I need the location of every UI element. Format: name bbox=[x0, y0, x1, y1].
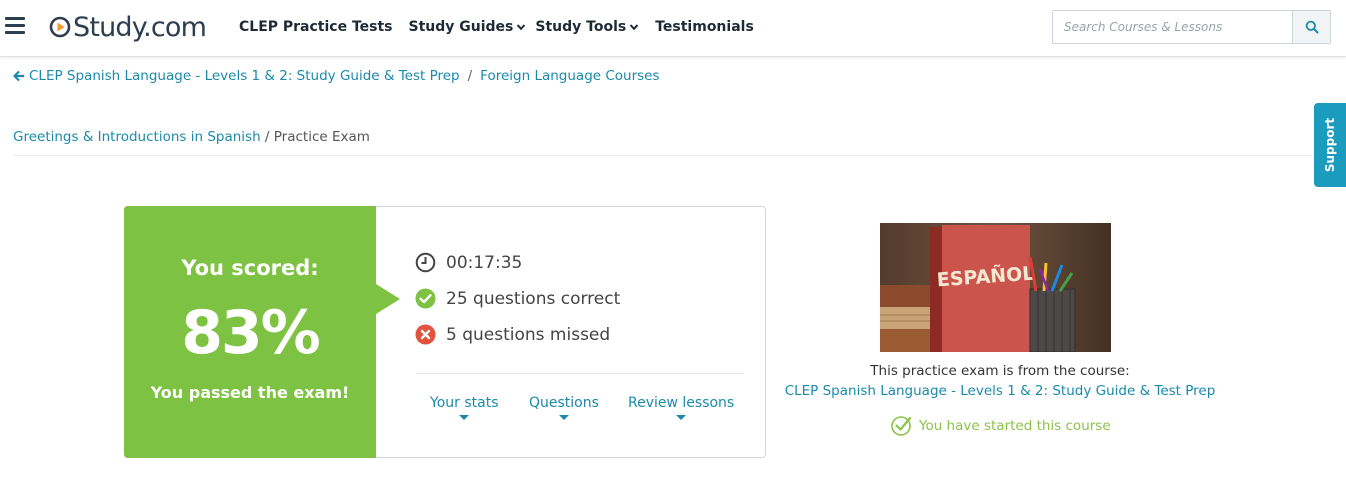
card-divider bbox=[416, 373, 744, 374]
breadcrumb-category-link[interactable]: Foreign Language Courses bbox=[480, 68, 659, 84]
tab-label: Questions bbox=[529, 395, 599, 411]
nav-label: Study Tools bbox=[535, 19, 627, 35]
caret-down-icon bbox=[558, 415, 569, 420]
play-logo-icon bbox=[49, 16, 71, 38]
sub-breadcrumb: Greetings & Introductions in Spanish / P… bbox=[13, 129, 370, 145]
nav-study-guides[interactable]: Study Guides bbox=[409, 19, 527, 35]
x-circle-icon bbox=[415, 324, 436, 345]
top-header: Study.com CLEP Practice Tests Study Guid… bbox=[0, 0, 1346, 57]
breadcrumb-separator: / bbox=[467, 68, 473, 84]
nav-testimonials[interactable]: Testimonials bbox=[655, 19, 754, 35]
score-label: You scored: bbox=[181, 256, 319, 280]
correct-stat: 25 questions correct bbox=[415, 288, 620, 309]
site-logo[interactable]: Study.com bbox=[49, 11, 207, 43]
result-card: You scored: 83% You passed the exam! 00:… bbox=[124, 206, 766, 458]
current-page-label: / Practice Exam bbox=[260, 129, 370, 145]
time-value: 00:17:35 bbox=[446, 252, 523, 273]
tab-label: Review lessons bbox=[628, 395, 735, 411]
support-label: Support bbox=[1323, 117, 1338, 173]
missed-stat: 5 questions missed bbox=[415, 324, 610, 345]
tab-label: Your stats bbox=[430, 395, 499, 411]
nav-clep-practice-tests[interactable]: CLEP Practice Tests bbox=[239, 19, 393, 35]
divider bbox=[13, 155, 1313, 156]
course-note: This practice exam is from the course: bbox=[870, 363, 1130, 379]
check-circle-icon bbox=[415, 288, 436, 309]
search-box bbox=[1052, 10, 1331, 44]
logo-text: Study.com bbox=[73, 11, 207, 43]
tab-your-stats[interactable]: Your stats bbox=[430, 395, 498, 420]
nav-label: Testimonials bbox=[655, 19, 754, 35]
breadcrumb-course-link[interactable]: CLEP Spanish Language - Levels 1 & 2: St… bbox=[29, 68, 460, 84]
pass-message: You passed the exam! bbox=[150, 383, 350, 402]
course-image[interactable]: ESPAÑOL bbox=[880, 223, 1111, 352]
menu-icon[interactable] bbox=[5, 17, 25, 34]
check-circle-outline-icon bbox=[891, 416, 912, 436]
chevron-down-icon bbox=[629, 24, 639, 31]
support-tab[interactable]: Support bbox=[1314, 103, 1346, 187]
chevron-down-icon bbox=[517, 24, 526, 31]
score-panel: You scored: 83% You passed the exam! bbox=[124, 206, 400, 458]
score-value: 83% bbox=[181, 298, 321, 368]
spanish-book-illustration: ESPAÑOL bbox=[880, 223, 1111, 352]
search-icon bbox=[1305, 20, 1319, 34]
nav-study-tools[interactable]: Study Tools bbox=[535, 19, 639, 35]
correct-count: 25 questions correct bbox=[446, 288, 621, 309]
tab-review-lessons[interactable]: Review lessons bbox=[628, 395, 734, 420]
search-input[interactable] bbox=[1053, 11, 1293, 43]
search-button[interactable] bbox=[1292, 11, 1330, 43]
time-stat: 00:17:35 bbox=[415, 252, 522, 273]
course-started-status: You have started this course bbox=[890, 414, 1111, 437]
course-link[interactable]: CLEP Spanish Language - Levels 1 & 2: St… bbox=[780, 383, 1220, 399]
breadcrumb: CLEP Spanish Language - Levels 1 & 2: St… bbox=[13, 68, 660, 84]
nav-label: CLEP Practice Tests bbox=[239, 19, 393, 35]
caret-down-icon bbox=[676, 415, 687, 420]
chapter-link[interactable]: Greetings & Introductions in Spanish bbox=[13, 129, 261, 145]
clock-icon bbox=[415, 252, 436, 273]
back-arrow-icon[interactable] bbox=[13, 70, 25, 82]
started-label: You have started this course bbox=[919, 417, 1111, 434]
main-nav: CLEP Practice Tests Study Guides Study T… bbox=[239, 19, 754, 35]
score-pointer bbox=[376, 284, 400, 314]
tab-questions[interactable]: Questions bbox=[529, 395, 599, 420]
caret-down-icon bbox=[459, 415, 470, 420]
missed-count: 5 questions missed bbox=[446, 324, 611, 345]
nav-label: Study Guides bbox=[408, 19, 514, 35]
